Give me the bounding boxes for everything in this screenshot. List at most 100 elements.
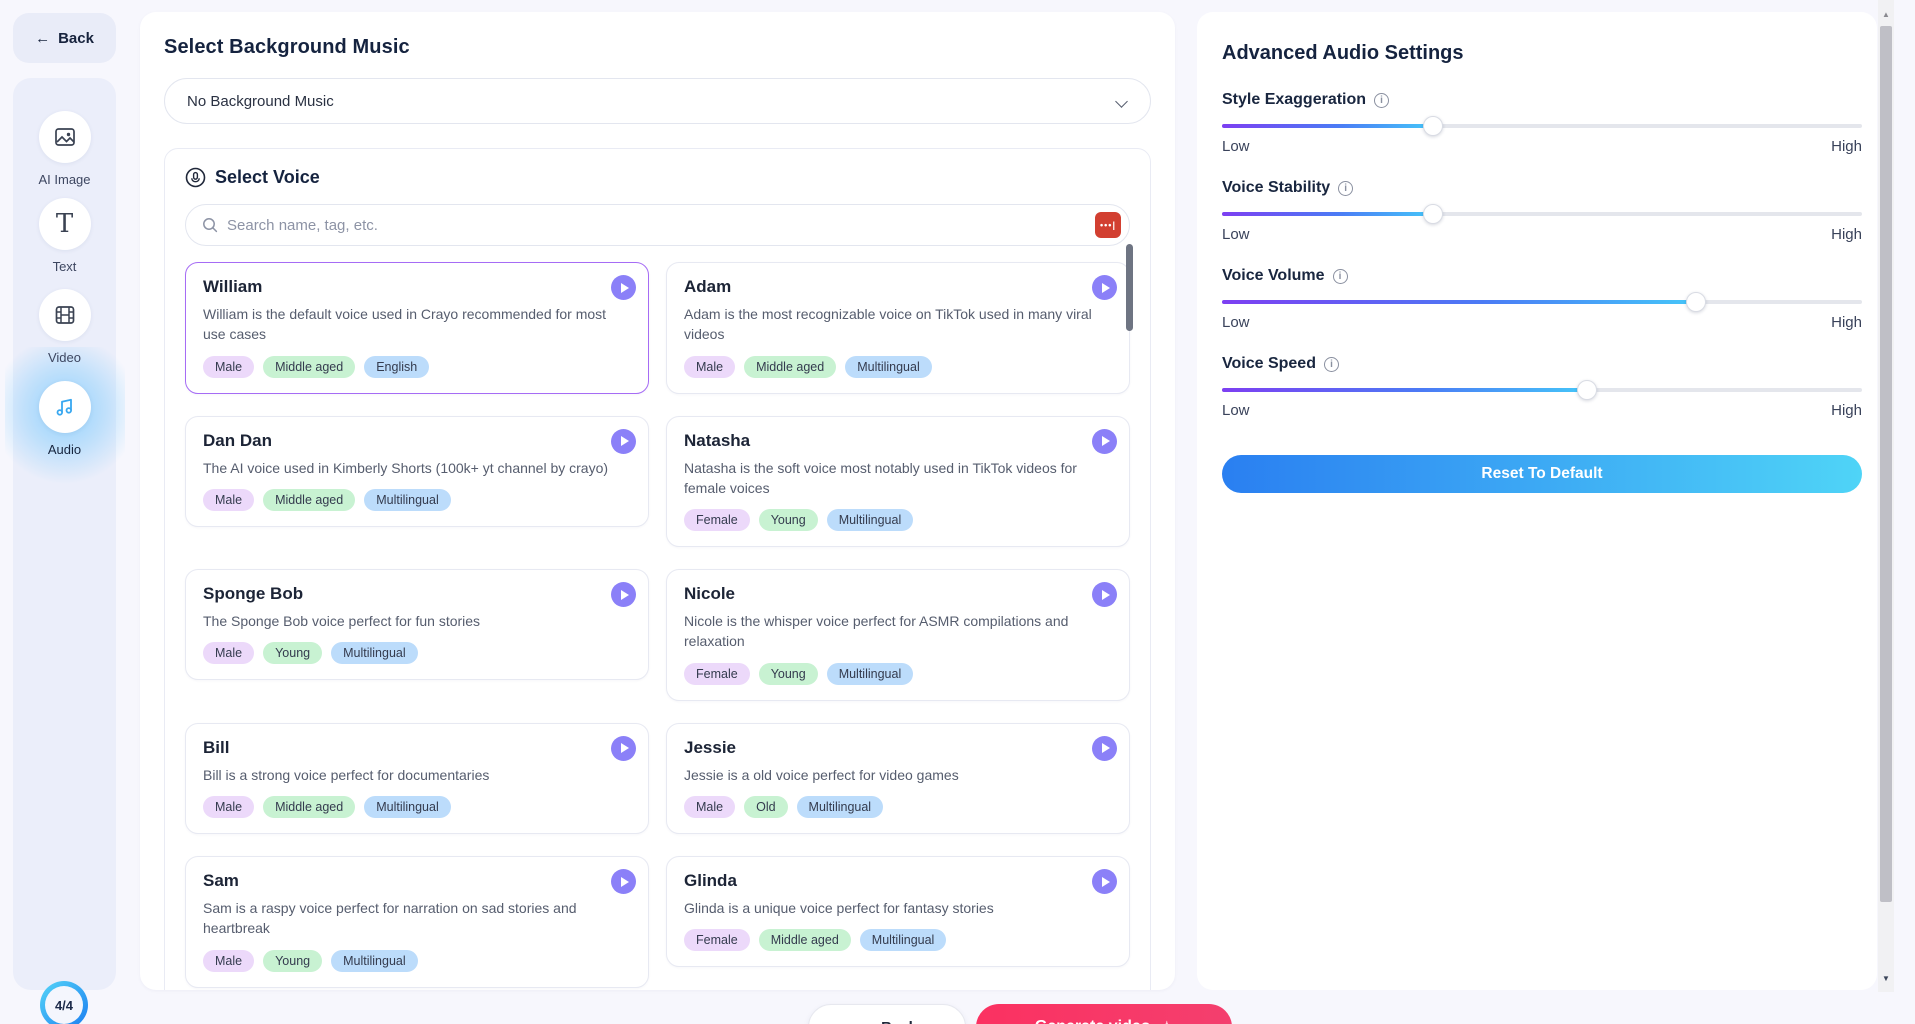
voice-description: Adam is the most recognizable voice on T… [684, 306, 1092, 343]
voice-tag: Middle aged [263, 488, 356, 511]
sidebar-item-video[interactable]: Video [13, 289, 116, 365]
audio-icon [56, 398, 72, 416]
sidebar-item-ai-image[interactable]: AI Image [13, 111, 116, 187]
sidebar-item-audio[interactable]: Audio [5, 347, 125, 497]
microphone-icon [185, 167, 206, 188]
voice-tag: Middle aged [263, 796, 356, 819]
voice-description: Nicole is the whisper voice perfect for … [684, 613, 1069, 650]
voice-name: Nicole [684, 584, 736, 604]
slider-thumb[interactable] [1685, 292, 1706, 312]
voice-tag: Multilingual [826, 662, 914, 685]
voice-section: Select Voice •••| William William is the… [164, 148, 1151, 990]
voice-grid: William William is the default voice use… [185, 262, 1130, 990]
play-voice-button[interactable] [1092, 582, 1117, 608]
slider-ends: Low High [1222, 314, 1862, 331]
play-voice-button[interactable] [611, 428, 636, 454]
voice-card-nicole[interactable]: Nicole Nicole is the whisper voice perfe… [666, 569, 1130, 701]
scrollbar-up-arrow[interactable]: ▲ [1878, 6, 1894, 22]
background-music-select[interactable]: No Background Music [164, 78, 1151, 124]
voice-tags: Female Young Multilingual [684, 662, 1112, 685]
voice-card-adam[interactable]: Adam Adam is the most recognizable voice… [666, 262, 1130, 394]
sidebar-item-label: Video [47, 350, 81, 365]
voice-card-natasha[interactable]: Natasha Natasha is the soft voice most n… [666, 415, 1130, 548]
ai-image-icon [54, 128, 75, 146]
voice-tags: Male Middle aged English [203, 355, 631, 378]
play-voice-button[interactable] [1092, 869, 1117, 895]
info-icon[interactable]: i [1338, 180, 1354, 196]
voice-tag: Young [263, 642, 323, 665]
scrollbar-down-arrow[interactable]: ▼ [1878, 970, 1894, 986]
play-voice-button[interactable] [611, 582, 636, 608]
voice-search-box: •••| [185, 204, 1130, 246]
info-icon[interactable]: i [1332, 268, 1348, 284]
info-icon[interactable]: i [1323, 356, 1339, 372]
voice-card-bill[interactable]: Bill Bill is a strong voice perfect for … [185, 722, 649, 835]
voice-card-william[interactable]: William William is the default voice use… [185, 262, 649, 394]
slider-voice-speed: Voice Speed i Low High [1222, 355, 1862, 419]
voice-section-header: Select Voice [185, 167, 1130, 188]
voice-tags: Male Middle aged Multilingual [203, 796, 631, 819]
sidebar-item-text[interactable]: T Text [13, 198, 116, 274]
voice-name: Adam [684, 277, 732, 296]
play-voice-button[interactable] [1092, 275, 1117, 300]
sidebar-item-icon-circle: T [38, 198, 91, 250]
back-arrow-icon: ← [35, 29, 51, 47]
voice-card-sponge-bob[interactable]: Sponge Bob The Sponge Bob voice perfect … [185, 569, 649, 681]
slider-label: Voice Speed [1222, 355, 1316, 372]
slider-low-label: Low [1222, 226, 1250, 243]
footer-back-label: Back [881, 1019, 917, 1024]
play-icon [620, 876, 629, 887]
chevron-down-icon [1116, 95, 1128, 107]
play-voice-button[interactable] [1092, 428, 1117, 454]
voice-tag: Multilingual [364, 488, 451, 511]
voice-tags: Female Middle aged Multilingual [684, 929, 1112, 952]
reset-to-default-button[interactable]: Reset To Default [1222, 455, 1862, 493]
voice-tag: Multilingual [859, 929, 947, 952]
voice-tag: Middle aged [744, 355, 837, 378]
back-button[interactable]: ← Back [13, 13, 116, 63]
voice-tags: Male Old Multilingual [684, 796, 1112, 819]
slider-track[interactable] [1222, 116, 1862, 136]
footer-back-button[interactable]: ← Back [808, 1004, 966, 1024]
generate-video-button[interactable]: Generate video ✦ [976, 1004, 1232, 1024]
voice-description: The Sponge Bob voice perfect for fun sto… [203, 613, 481, 630]
voice-tag: Multilingual [364, 796, 451, 819]
slider-thumb[interactable] [1423, 116, 1444, 136]
slider-track[interactable] [1222, 292, 1862, 312]
slider-track[interactable] [1222, 380, 1862, 400]
advanced-audio-settings-title: Advanced Audio Settings [1222, 42, 1464, 64]
info-icon[interactable]: i [1374, 92, 1390, 108]
slider-voice-volume: Voice Volume i Low High [1222, 267, 1862, 331]
slider-label-row: Style Exaggeration i [1222, 91, 1862, 109]
voice-card-dan-dan[interactable]: Dan Dan The AI voice used in Kimberly Sh… [185, 415, 649, 527]
progress-ring-badge[interactable]: 4/4 [40, 981, 88, 1024]
slider-thumb[interactable] [1423, 204, 1444, 224]
voice-name: Natasha [684, 430, 751, 450]
voice-card-sam[interactable]: Sam Sam is a raspy voice perfect for nar… [185, 856, 649, 988]
voice-tag: Male [203, 488, 255, 511]
voice-card-jessie[interactable]: Jessie Jessie is a old voice perfect for… [666, 722, 1130, 835]
play-icon [620, 589, 629, 600]
scrollbar-thumb[interactable] [1880, 26, 1892, 902]
voice-card-glinda[interactable]: Glinda Glinda is a unique voice perfect … [666, 856, 1130, 968]
generate-video-label: Generate video [1035, 1018, 1151, 1024]
slider-track[interactable] [1222, 204, 1862, 224]
voice-list-scrollbar-thumb[interactable] [1126, 244, 1133, 331]
play-voice-button[interactable] [611, 869, 636, 895]
voice-description: William is the default voice used in Cra… [203, 306, 607, 343]
text-icon: T [55, 209, 74, 239]
slider-low-label: Low [1222, 402, 1250, 419]
play-voice-button[interactable] [611, 735, 636, 761]
window-scrollbar[interactable]: ▲ ▼ [1878, 0, 1894, 992]
slider-label: Style Exaggeration [1222, 91, 1367, 108]
voice-tag: English [364, 355, 430, 378]
play-voice-button[interactable] [1092, 735, 1117, 761]
voice-tag: Multilingual [826, 509, 914, 532]
password-manager-extension-icon[interactable]: •••| [1095, 212, 1121, 238]
voice-description: Natasha is the soft voice most notably u… [684, 459, 1077, 496]
voice-search-input[interactable] [227, 216, 1086, 234]
slider-fill [1222, 124, 1434, 128]
search-icon [202, 217, 218, 233]
play-voice-button[interactable] [611, 275, 636, 300]
slider-thumb[interactable] [1576, 380, 1597, 400]
